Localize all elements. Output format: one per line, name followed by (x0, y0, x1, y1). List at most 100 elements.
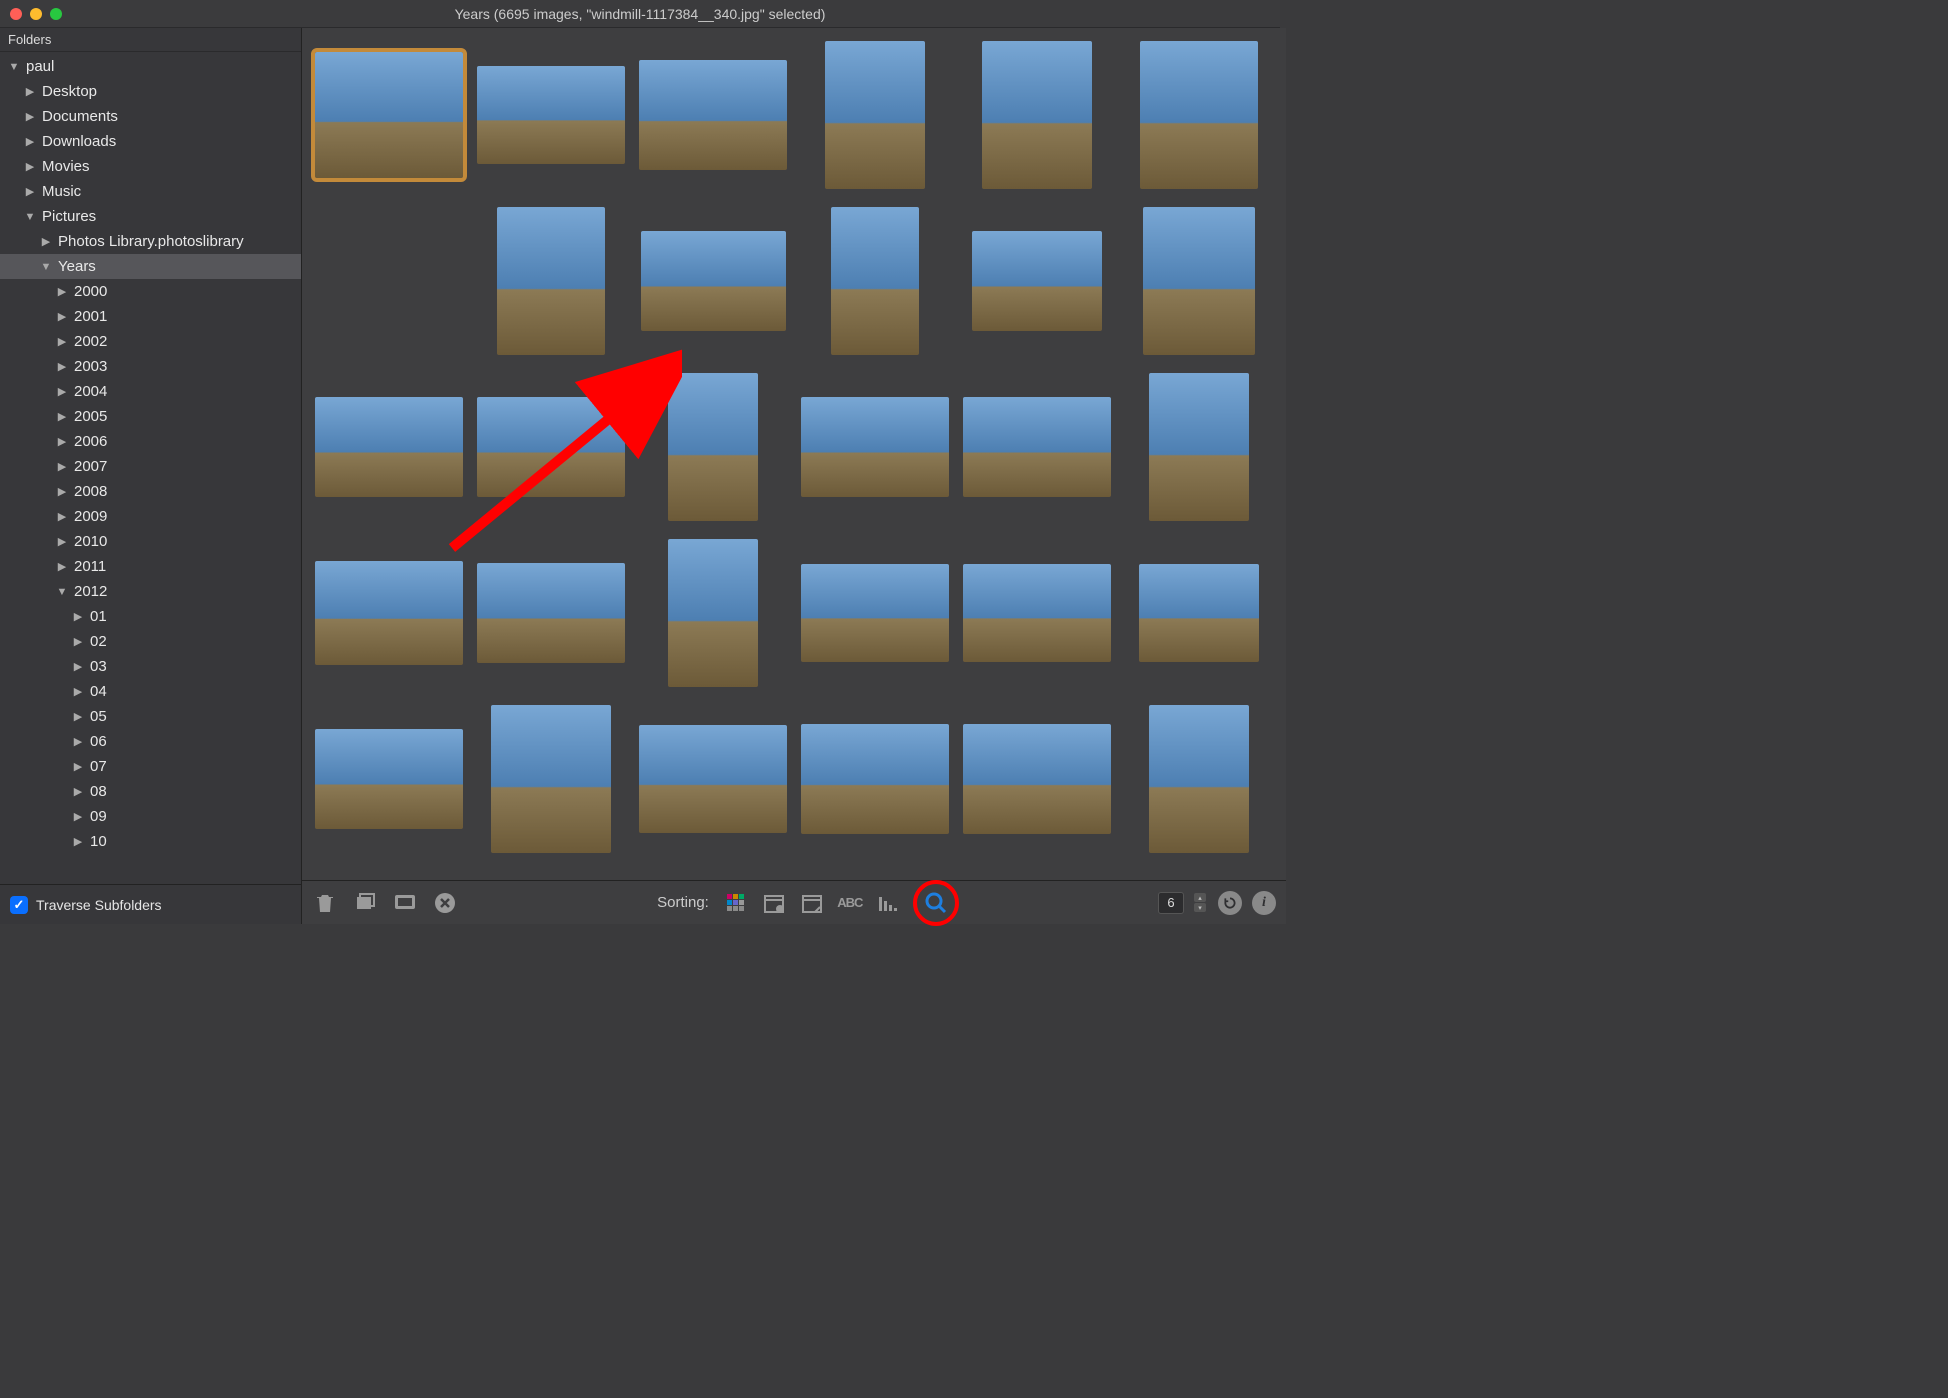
tree-row[interactable]: ▶2007 (0, 454, 301, 479)
tree-row[interactable]: ▶2008 (0, 479, 301, 504)
thumbnail[interactable] (477, 66, 625, 164)
tree-row[interactable]: ▶09 (0, 804, 301, 829)
folder-tree[interactable]: ▼paul▶Desktop▶Documents▶Downloads▶Movies… (0, 52, 301, 884)
close-window-button[interactable] (10, 8, 22, 20)
thumbnail[interactable] (963, 564, 1111, 662)
tree-row[interactable]: ▼2012 (0, 579, 301, 604)
columns-stepper[interactable]: ▴ ▾ (1194, 892, 1208, 914)
tree-row[interactable]: ▶2006 (0, 429, 301, 454)
thumbnail[interactable] (963, 724, 1111, 834)
disclosure-right-icon[interactable]: ▶ (72, 635, 84, 648)
disclosure-right-icon[interactable]: ▶ (72, 710, 84, 723)
disclosure-right-icon[interactable]: ▶ (72, 610, 84, 623)
tree-row[interactable]: ▶06 (0, 729, 301, 754)
thumbnail[interactable] (315, 397, 463, 497)
info-button[interactable]: i (1252, 891, 1276, 915)
disclosure-right-icon[interactable]: ▶ (56, 360, 68, 373)
tree-row[interactable]: ▶2001 (0, 304, 301, 329)
thumbnail[interactable] (477, 563, 625, 663)
tree-row[interactable]: ▶Music (0, 179, 301, 204)
disclosure-right-icon[interactable]: ▶ (56, 560, 68, 573)
thumbnail[interactable] (315, 561, 463, 665)
thumbnail[interactable] (1139, 564, 1259, 662)
disclosure-right-icon[interactable]: ▶ (24, 160, 36, 173)
thumbnail[interactable] (315, 729, 463, 829)
tree-row[interactable]: ▼Pictures (0, 204, 301, 229)
trash-icon[interactable] (312, 890, 338, 916)
disclosure-right-icon[interactable]: ▶ (72, 785, 84, 798)
tree-row[interactable]: ▶2010 (0, 529, 301, 554)
tree-row[interactable]: ▶Photos Library.photoslibrary (0, 229, 301, 254)
stepper-up-icon[interactable]: ▴ (1194, 893, 1206, 902)
fullscreen-icon[interactable] (392, 890, 418, 916)
disclosure-down-icon[interactable]: ▼ (40, 261, 52, 273)
stepper-down-icon[interactable]: ▾ (1194, 903, 1206, 912)
tree-row[interactable]: ▶04 (0, 679, 301, 704)
disclosure-down-icon[interactable]: ▼ (56, 586, 68, 598)
thumbnail[interactable] (972, 231, 1102, 331)
columns-value[interactable]: 6 (1158, 892, 1184, 914)
traverse-subfolders-checkbox[interactable]: ✓ (10, 896, 28, 914)
thumbnail[interactable] (1140, 41, 1258, 189)
disclosure-right-icon[interactable]: ▶ (72, 835, 84, 848)
tree-row[interactable]: ▶07 (0, 754, 301, 779)
tree-row[interactable]: ▼Years (0, 254, 301, 279)
tree-row[interactable]: ▶2002 (0, 329, 301, 354)
disclosure-right-icon[interactable]: ▶ (56, 435, 68, 448)
tree-row[interactable]: ▶08 (0, 779, 301, 804)
tree-row[interactable]: ▶05 (0, 704, 301, 729)
tree-row[interactable]: ▶02 (0, 629, 301, 654)
tree-row[interactable]: ▶2004 (0, 379, 301, 404)
disclosure-right-icon[interactable]: ▶ (56, 460, 68, 473)
tree-row[interactable]: ▶01 (0, 604, 301, 629)
sort-name-icon[interactable]: ABC (837, 890, 863, 916)
sort-size-icon[interactable] (875, 890, 901, 916)
disclosure-right-icon[interactable]: ▶ (56, 385, 68, 398)
thumbnail[interactable] (801, 724, 949, 834)
disclosure-right-icon[interactable]: ▶ (24, 110, 36, 123)
disclosure-right-icon[interactable]: ▶ (40, 235, 52, 248)
disclosure-down-icon[interactable]: ▼ (8, 61, 20, 73)
tree-row[interactable]: ▶2000 (0, 279, 301, 304)
thumbnail[interactable] (1149, 705, 1249, 853)
tree-row[interactable]: ▶2009 (0, 504, 301, 529)
zoom-window-button[interactable] (50, 8, 62, 20)
minimize-window-button[interactable] (30, 8, 42, 20)
disclosure-right-icon[interactable]: ▶ (56, 335, 68, 348)
thumbnail[interactable] (1143, 207, 1255, 355)
thumbnail[interactable] (831, 207, 919, 355)
thumbnail[interactable] (639, 725, 787, 833)
tree-row[interactable]: ▼paul (0, 54, 301, 79)
disclosure-right-icon[interactable]: ▶ (56, 285, 68, 298)
disclosure-right-icon[interactable]: ▶ (72, 660, 84, 673)
disclosure-right-icon[interactable]: ▶ (56, 410, 68, 423)
disclosure-right-icon[interactable]: ▶ (24, 135, 36, 148)
thumbnail[interactable] (668, 373, 758, 521)
disclosure-right-icon[interactable]: ▶ (72, 760, 84, 773)
thumbnail[interactable] (639, 60, 787, 170)
disclosure-right-icon[interactable]: ▶ (72, 685, 84, 698)
tree-row[interactable]: ▶03 (0, 654, 301, 679)
thumbnail[interactable] (477, 397, 625, 497)
tree-row[interactable]: ▶Desktop (0, 79, 301, 104)
disclosure-right-icon[interactable]: ▶ (56, 510, 68, 523)
tree-row[interactable]: ▶Downloads (0, 129, 301, 154)
sort-date-modified-icon[interactable] (799, 890, 825, 916)
thumbnail[interactable] (668, 539, 758, 687)
thumbnail[interactable] (491, 705, 611, 853)
clear-icon[interactable] (432, 890, 458, 916)
similarity-search-icon[interactable] (923, 890, 949, 916)
sort-color-grid-icon[interactable] (723, 890, 749, 916)
thumbnail[interactable] (315, 52, 463, 178)
tree-row[interactable]: ▶2011 (0, 554, 301, 579)
tree-row[interactable]: ▶Movies (0, 154, 301, 179)
thumbnail[interactable] (963, 397, 1111, 497)
thumbnail[interactable] (801, 397, 949, 497)
disclosure-right-icon[interactable]: ▶ (24, 185, 36, 198)
thumbnail[interactable] (801, 564, 949, 662)
refresh-button[interactable] (1218, 891, 1242, 915)
thumbnail[interactable] (982, 41, 1092, 189)
tree-row[interactable]: ▶2003 (0, 354, 301, 379)
disclosure-right-icon[interactable]: ▶ (56, 310, 68, 323)
thumbnail[interactable] (497, 207, 605, 355)
